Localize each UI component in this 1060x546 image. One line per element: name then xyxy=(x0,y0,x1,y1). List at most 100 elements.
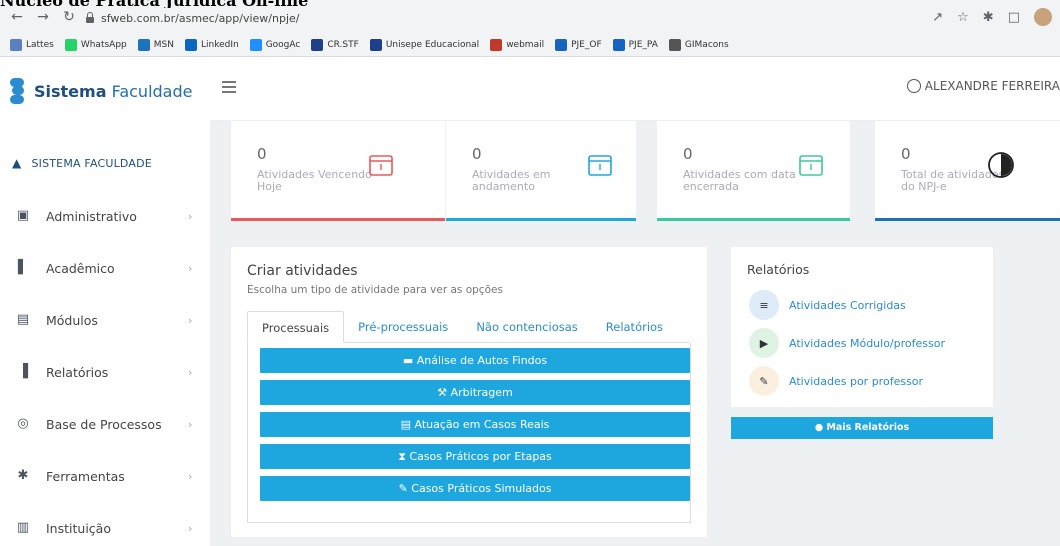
extensions-icon[interactable]: ✱ xyxy=(983,10,994,25)
sidebar-item-label: Acadêmico xyxy=(46,260,115,276)
user-menu[interactable]: ALEXANDRE FERREIRA xyxy=(906,79,1060,93)
activity-button[interactable]: ⧗ Casos Práticos por Etapas xyxy=(260,444,690,469)
report-link[interactable]: ▶ Atividades Módulo/professor xyxy=(749,328,945,358)
user-icon xyxy=(906,79,921,93)
stat-accent-bar xyxy=(231,218,445,221)
report-link-label: Atividades Módulo/professor xyxy=(789,336,945,350)
sidebar-item-base-de-processos[interactable]: ◎ Base de Processos › xyxy=(0,398,210,450)
window-icon: ▤ xyxy=(16,312,30,327)
bookmark-item[interactable]: GIMacons xyxy=(668,39,729,51)
bookmark-label: Unisepe Educacional xyxy=(385,40,480,50)
sidebar-item-label: Relatórios xyxy=(46,364,109,380)
sidebar-item-relat-rios[interactable]: ▐ Relatórios › xyxy=(0,346,210,398)
folder-open-icon: ▶ xyxy=(749,328,779,358)
hamburger-menu-icon[interactable] xyxy=(222,81,236,93)
report-link[interactable]: ✎ Atividades por professor xyxy=(749,366,923,396)
bookmark-item[interactable]: CR.STF xyxy=(311,39,359,51)
chevron-right-icon: › xyxy=(188,521,193,535)
sidebar-item-administrativo[interactable]: ▣ Administrativo › xyxy=(0,190,210,242)
stat-card: 0 Atividades em andamento xyxy=(446,121,636,221)
briefcase-icon: ▣ xyxy=(16,208,30,223)
stat-value: 0 xyxy=(901,145,911,163)
report-link-label: Atividades Corrigidas xyxy=(789,298,906,312)
sidebar-item-acad-mico[interactable]: ▌ Acadêmico › xyxy=(0,242,210,294)
stat-value: 0 xyxy=(683,145,693,163)
bookmark-icon xyxy=(612,39,625,51)
reports-panel: Relatórios ≡ Atividades Corrigidas ▶ Ativid… xyxy=(731,247,993,407)
sidebar-item-m-dulos[interactable]: ▤ Módulos › xyxy=(0,294,210,346)
graduation-cap-icon: ▲ xyxy=(12,156,22,170)
report-link-label: Atividades por professor xyxy=(789,374,924,388)
tab-pr-processuais[interactable]: Pré-processuais xyxy=(344,311,462,343)
bookmark-icon xyxy=(555,39,568,51)
activity-button[interactable]: ▤ Atuação em Casos Reais xyxy=(260,412,690,437)
building-icon: ▥ xyxy=(16,520,30,535)
stat-card: 0 Atividades Vencendo Hoje xyxy=(231,121,445,221)
sidebar-item-label: Base de Processos xyxy=(46,416,162,432)
logo-text: Sistema Faculdade xyxy=(34,81,193,101)
bookmark-icon xyxy=(490,39,503,51)
document-icon: ▤ xyxy=(400,418,415,431)
plus-circle-icon: ● xyxy=(814,422,824,433)
activity-tabs: Processuais Pré-processuais Não contencios… xyxy=(247,311,689,343)
stat-label: Atividades em andamento xyxy=(472,168,551,193)
activity-tab-body: ▬ Análise de Autos Findos ⚒ Arbitragem ▤ A… xyxy=(247,343,691,523)
bookmark-item[interactable]: webmail xyxy=(490,39,544,51)
stat-value: 0 xyxy=(472,145,482,163)
arrow-left-icon[interactable]: ← xyxy=(8,8,26,26)
sidepanel-icon[interactable]: □ xyxy=(1008,10,1020,25)
tab-relat-rios[interactable]: Relatórios xyxy=(592,311,677,343)
bookmark-icon xyxy=(369,39,382,51)
activity-button[interactable]: ⚒ Arbitragem xyxy=(260,380,690,405)
hourglass-icon: ⧗ xyxy=(398,450,410,463)
bookmark-label: GIMacons xyxy=(684,40,729,50)
address-bar[interactable]: sfweb.com.br/asmec/app/view/npje/ xyxy=(85,6,965,30)
bookmark-item[interactable]: MSN xyxy=(137,39,174,51)
report-link[interactable]: ≡ Atividades Corrigidas xyxy=(749,290,906,320)
bookmark-label: CR.STF xyxy=(327,40,359,50)
sidebar-item-ferramentas[interactable]: ✱ Ferramentas › xyxy=(0,450,210,502)
bookmark-label: MSN xyxy=(153,40,174,50)
bookmark-label: PJE_OF xyxy=(571,40,602,50)
bookmark-label: PJE_PA xyxy=(628,40,658,50)
bookmark-item[interactable]: WhatsApp xyxy=(64,39,127,51)
calendar-alert-icon xyxy=(367,151,395,179)
bookmark-item[interactable]: PJE_OF xyxy=(555,39,602,51)
bookmark-item[interactable]: Lattes xyxy=(10,39,54,51)
tab-n-o-contenciosas[interactable]: Não contenciosas xyxy=(462,311,591,343)
arrow-right-icon[interactable]: → xyxy=(34,8,52,26)
bar-chart-icon: ▐ xyxy=(18,364,28,379)
share-icon[interactable]: ↗ xyxy=(932,10,943,25)
asterisk-icon: ✱ xyxy=(17,468,29,483)
address-row: ← → ↻ sfweb.com.br/asmec/app/view/npje/ … xyxy=(0,6,1060,30)
activity-button[interactable]: ▬ Análise de Autos Findos xyxy=(260,348,690,373)
sidebar-item-institui-o[interactable]: ▥ Instituição › xyxy=(0,502,210,546)
bookmark-item[interactable]: Unisepe Educacional xyxy=(369,39,480,51)
bookmark-item[interactable]: PJE_PA xyxy=(612,39,658,51)
reload-icon[interactable]: ↻ xyxy=(60,8,78,26)
bookmark-label: LinkedIn xyxy=(200,40,239,50)
bookmark-label: WhatsApp xyxy=(80,40,127,50)
create-title: Criar atividades xyxy=(247,263,358,279)
chevron-right-icon: › xyxy=(188,417,193,431)
more-reports-button[interactable]: ● Mais Relatórios xyxy=(731,417,993,439)
reports-title: Relatórios xyxy=(747,262,810,277)
bookmark-icon xyxy=(64,39,77,51)
bookmark-item[interactable]: GoogAc xyxy=(249,39,300,51)
app-logo[interactable]: Sistema Faculdade xyxy=(10,77,192,105)
activity-button[interactable]: ✎ Casos Práticos Simulados xyxy=(260,476,690,501)
stat-accent-bar xyxy=(875,218,1060,221)
folder-icon: ▬ xyxy=(402,354,417,367)
tab-processuais[interactable]: Processuais xyxy=(247,311,345,343)
sidebar-item-label: Instituição xyxy=(46,520,111,536)
user-name: ALEXANDRE FERREIRA xyxy=(924,79,1060,93)
stat-label: Atividades com data encerrada xyxy=(683,168,796,193)
url-text: sfweb.com.br/asmec/app/view/npje/ xyxy=(101,11,300,25)
star-icon[interactable]: ☆ xyxy=(957,10,969,25)
bookmark-item[interactable]: LinkedIn xyxy=(184,39,239,51)
logo-icon xyxy=(10,78,24,104)
bookmark-icon xyxy=(10,39,22,51)
activity-button-label: Análise de Autos Findos xyxy=(416,354,548,367)
profile-avatar[interactable] xyxy=(1034,8,1052,26)
browser-tab-title: Núcleo de Prática Jurídica On-line xyxy=(0,0,308,8)
